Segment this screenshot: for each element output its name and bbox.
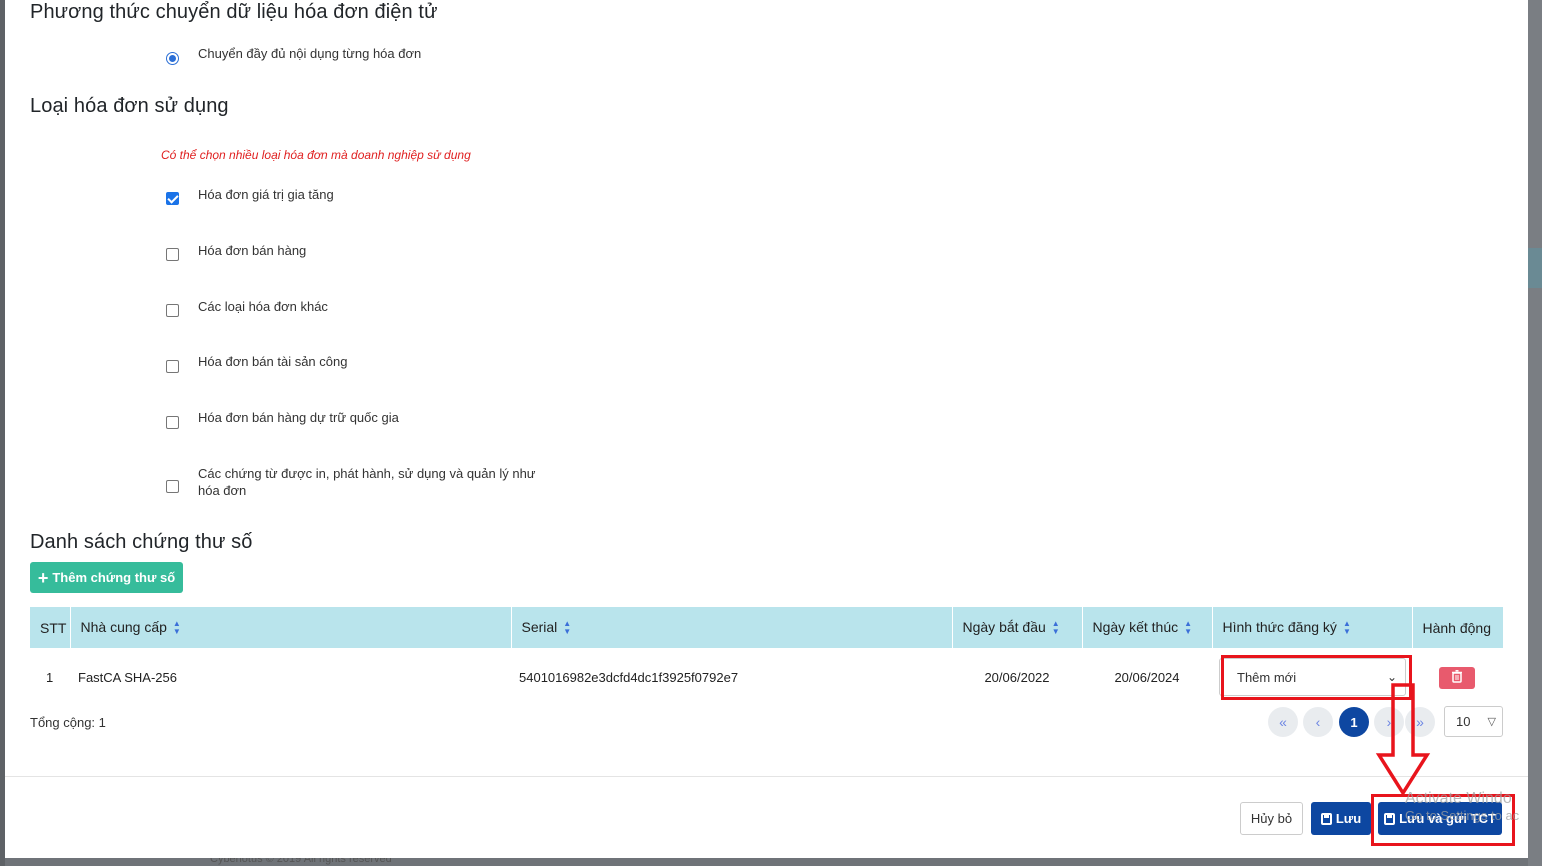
cell-start-date: 20/06/2022 [984,669,1050,685]
method-radio[interactable] [166,52,179,65]
col-stt: STT [30,607,71,648]
save-button[interactable]: Lưu [1311,802,1371,835]
cancel-button[interactable]: Hủy bỏ [1240,802,1303,835]
save-label: Lưu [1335,811,1362,826]
label-vat-invoice: Hóa đơn giá trị gia tăng [198,187,334,202]
footer-divider [5,776,1528,777]
down-arrow-annotation [1375,683,1431,797]
invoice-type-section-title: Loại hóa đơn sử dụng [30,95,229,117]
col-start-date[interactable]: Ngày bắt đầu ▲ ▼ [952,607,1083,648]
col-action: Hành động [1412,607,1503,648]
label-sales-invoice: Hóa đơn bán hàng [198,243,307,258]
method-section-title: Phương thức chuyển dữ liệu hóa đơn điện … [30,1,438,23]
triangle-down-icon: ▽ [1487,716,1496,728]
total-count: Tổng cộng: 1 [30,715,106,730]
add-certificate-label: Thêm chứng thư số [52,570,176,585]
table-header-row: STT Nhà cung cấp ▲ ▼ Serial ▲ ▼ Ngày bắt đầu… [30,607,1503,648]
add-certificate-button[interactable]: + Thêm chứng thư số [30,562,183,593]
modal-backdrop-right [1528,0,1542,866]
trash-icon [1451,670,1463,686]
plus-icon: + [37,567,49,588]
cell-serial: 5401016982e3dcfd4dc1f3925f0792e7 [519,669,739,685]
col-end-date[interactable]: Ngày kết thúc ▲ ▼ [1082,607,1213,648]
checkbox-documents-as-invoice[interactable] [166,480,179,493]
cell-end-date: 20/06/2024 [1114,669,1180,685]
delete-button[interactable] [1439,667,1475,689]
page-1-button[interactable]: 1 [1339,707,1369,737]
col-registration-type[interactable]: Hình thức đăng ký ▲ ▼ [1212,607,1413,648]
page-size-select[interactable]: 10 ▽ [1444,706,1503,737]
label-other-invoice: Các loại hóa đơn khác [198,299,328,314]
method-option-label: Chuyển đầy đủ nội dụng từng hóa đơn [198,46,422,61]
invoice-type-hint: Có thể chọn nhiều loại hóa đơn mà doanh … [161,148,471,162]
label-public-asset-invoice: Hóa đơn bán tài sản công [198,354,348,369]
checkbox-sales-invoice[interactable] [166,248,179,261]
sort-icon[interactable]: ▲ ▼ [1184,620,1192,636]
checkbox-vat-invoice[interactable] [166,192,179,205]
cell-provider: FastCA SHA-256 [78,669,177,685]
first-page-button[interactable]: « [1268,707,1298,737]
label-documents-as-invoice: Các chứng từ được in, phát hành, sử dụng… [198,466,536,498]
floppy-disk-icon [1320,812,1332,825]
checkbox-national-reserve-invoice[interactable] [166,416,179,429]
label-national-reserve-invoice: Hóa đơn bán hàng dự trữ quốc gia [198,410,399,425]
cell-stt: 1 [46,669,54,685]
cert-section-title: Danh sách chứng thư số [30,531,253,553]
registration-modal: Phương thức chuyển dữ liệu hóa đơn điện … [5,0,1528,858]
prev-page-button[interactable]: ‹ [1303,707,1333,737]
sort-icon[interactable]: ▲ ▼ [1052,620,1060,636]
col-provider[interactable]: Nhà cung cấp ▲ ▼ [70,607,512,648]
sort-icon[interactable]: ▲ ▼ [563,620,571,636]
sort-icon[interactable]: ▲ ▼ [173,620,181,636]
backdrop-band [1528,248,1542,288]
page-size-value: 10 [1456,714,1471,729]
checkbox-public-asset-invoice[interactable] [166,360,179,373]
sort-icon[interactable]: ▲ ▼ [1343,620,1351,636]
col-serial[interactable]: Serial ▲ ▼ [511,607,953,648]
checkbox-other-invoice[interactable] [166,304,179,317]
highlight-box-save-send [1371,794,1515,846]
